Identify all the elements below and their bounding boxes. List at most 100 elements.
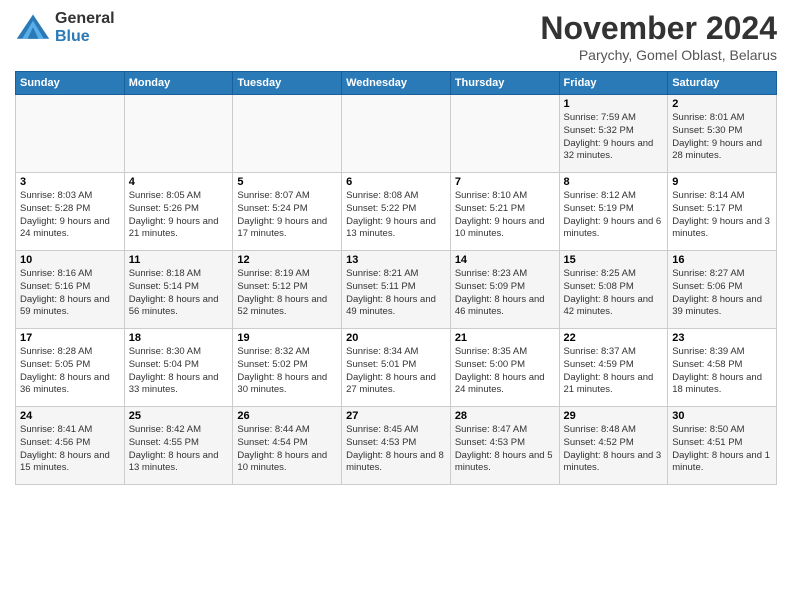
header-monday: Monday: [124, 72, 233, 95]
day-number: 19: [237, 332, 337, 344]
day-info: Sunrise: 8:35 AM Sunset: 5:00 PM Dayligh…: [455, 346, 555, 397]
day-number: 25: [129, 410, 229, 422]
month-title: November 2024: [540, 10, 777, 47]
day-number: 30: [672, 410, 772, 422]
day-info: Sunrise: 8:41 AM Sunset: 4:56 PM Dayligh…: [20, 424, 120, 475]
calendar-cell: 10 Sunrise: 8:16 AM Sunset: 5:16 PM Dayli…: [16, 251, 125, 329]
day-info: Sunrise: 8:18 AM Sunset: 5:14 PM Dayligh…: [129, 268, 229, 319]
calendar-cell: 16 Sunrise: 8:27 AM Sunset: 5:06 PM Dayli…: [668, 251, 777, 329]
calendar-cell: 9 Sunrise: 8:14 AM Sunset: 5:17 PM Daylig…: [668, 173, 777, 251]
calendar-cell: 7 Sunrise: 8:10 AM Sunset: 5:21 PM Daylig…: [450, 173, 559, 251]
day-number: 28: [455, 410, 555, 422]
calendar-cell: 15Sunrise: 8:25 AM Sunset: 5:08 PM Dayli…: [559, 251, 668, 329]
day-info: Sunrise: 8:12 AM Sunset: 5:19 PM Dayligh…: [564, 190, 664, 241]
calendar-cell: 18 Sunrise: 8:30 AM Sunset: 5:04 PM Dayli…: [124, 329, 233, 407]
calendar-cell: 2 Sunrise: 8:01 AM Sunset: 5:30 PM Daylig…: [668, 95, 777, 173]
day-number: 26: [237, 410, 337, 422]
calendar-cell: 11 Sunrise: 8:18 AM Sunset: 5:14 PM Dayli…: [124, 251, 233, 329]
header-sunday: Sunday: [16, 72, 125, 95]
header-wednesday: Wednesday: [342, 72, 451, 95]
header-friday: Friday: [559, 72, 668, 95]
day-info: Sunrise: 8:37 AM Sunset: 4:59 PM Dayligh…: [564, 346, 664, 397]
calendar-cell: 12 Sunrise: 8:19 AM Sunset: 5:12 PM Dayli…: [233, 251, 342, 329]
day-info: Sunrise: 8:08 AM Sunset: 5:22 PM Dayligh…: [346, 190, 446, 241]
header-saturday: Saturday: [668, 72, 777, 95]
calendar-cell: 23 Sunrise: 8:39 AM Sunset: 4:58 PM Dayli…: [668, 329, 777, 407]
day-info: Sunrise: 8:48 AM Sunset: 4:52 PM Dayligh…: [564, 424, 664, 475]
calendar-cell: 13 Sunrise: 8:21 AM Sunset: 5:11 PM Dayli…: [342, 251, 451, 329]
day-number: 12: [237, 254, 337, 266]
calendar-cell: 19 Sunrise: 8:32 AM Sunset: 5:02 PM Dayli…: [233, 329, 342, 407]
day-number: 22: [564, 332, 664, 344]
day-number: 7: [455, 176, 555, 188]
day-info: Sunrise: 8:30 AM Sunset: 5:04 PM Dayligh…: [129, 346, 229, 397]
day-info: Sunrise: 8:34 AM Sunset: 5:01 PM Dayligh…: [346, 346, 446, 397]
calendar-body: 1Sunrise: 7:59 AM Sunset: 5:32 PM Daylig…: [16, 95, 777, 485]
logo-icon: [15, 10, 51, 46]
day-number: 21: [455, 332, 555, 344]
day-info: Sunrise: 8:39 AM Sunset: 4:58 PM Dayligh…: [672, 346, 772, 397]
day-info: Sunrise: 8:42 AM Sunset: 4:55 PM Dayligh…: [129, 424, 229, 475]
day-info: Sunrise: 8:10 AM Sunset: 5:21 PM Dayligh…: [455, 190, 555, 241]
calendar-cell: 27 Sunrise: 8:45 AM Sunset: 4:53 PM Dayli…: [342, 407, 451, 485]
day-info: Sunrise: 8:47 AM Sunset: 4:53 PM Dayligh…: [455, 424, 555, 475]
header-tuesday: Tuesday: [233, 72, 342, 95]
day-info: Sunrise: 8:45 AM Sunset: 4:53 PM Dayligh…: [346, 424, 446, 475]
day-number: 14: [455, 254, 555, 266]
calendar-cell: 26Sunrise: 8:44 AM Sunset: 4:54 PM Dayli…: [233, 407, 342, 485]
day-info: Sunrise: 8:21 AM Sunset: 5:11 PM Dayligh…: [346, 268, 446, 319]
day-info: Sunrise: 8:03 AM Sunset: 5:28 PM Dayligh…: [20, 190, 120, 241]
calendar-cell: 5Sunrise: 8:07 AM Sunset: 5:24 PM Daylig…: [233, 173, 342, 251]
page-header: General Blue November 2024 Parychy, Gome…: [15, 10, 777, 63]
day-number: 18: [129, 332, 229, 344]
day-info: Sunrise: 8:19 AM Sunset: 5:12 PM Dayligh…: [237, 268, 337, 319]
day-number: 6: [346, 176, 446, 188]
day-info: Sunrise: 8:27 AM Sunset: 5:06 PM Dayligh…: [672, 268, 772, 319]
day-info: Sunrise: 8:14 AM Sunset: 5:17 PM Dayligh…: [672, 190, 772, 241]
calendar-week-2: 3Sunrise: 8:03 AM Sunset: 5:28 PM Daylig…: [16, 173, 777, 251]
day-info: Sunrise: 8:16 AM Sunset: 5:16 PM Dayligh…: [20, 268, 120, 319]
calendar-cell: 25 Sunrise: 8:42 AM Sunset: 4:55 PM Dayli…: [124, 407, 233, 485]
day-number: 23: [672, 332, 772, 344]
day-number: 9: [672, 176, 772, 188]
calendar-cell: 3Sunrise: 8:03 AM Sunset: 5:28 PM Daylig…: [16, 173, 125, 251]
calendar-cell: 21 Sunrise: 8:35 AM Sunset: 5:00 PM Dayli…: [450, 329, 559, 407]
calendar-cell: 28 Sunrise: 8:47 AM Sunset: 4:53 PM Dayli…: [450, 407, 559, 485]
day-info: Sunrise: 8:23 AM Sunset: 5:09 PM Dayligh…: [455, 268, 555, 319]
calendar-cell: 8 Sunrise: 8:12 AM Sunset: 5:19 PM Daylig…: [559, 173, 668, 251]
calendar-cell: 22 Sunrise: 8:37 AM Sunset: 4:59 PM Dayli…: [559, 329, 668, 407]
day-number: 16: [672, 254, 772, 266]
day-info: Sunrise: 8:28 AM Sunset: 5:05 PM Dayligh…: [20, 346, 120, 397]
page-container: General Blue November 2024 Parychy, Gome…: [0, 0, 792, 490]
title-section: November 2024 Parychy, Gomel Oblast, Bel…: [540, 10, 777, 63]
calendar-cell: 4 Sunrise: 8:05 AM Sunset: 5:26 PM Daylig…: [124, 173, 233, 251]
day-number: 17: [20, 332, 120, 344]
day-number: 8: [564, 176, 664, 188]
day-number: 15: [564, 254, 664, 266]
calendar-cell: [450, 95, 559, 173]
calendar-week-5: 24 Sunrise: 8:41 AM Sunset: 4:56 PM Dayli…: [16, 407, 777, 485]
day-number: 1: [564, 98, 664, 110]
calendar-week-1: 1Sunrise: 7:59 AM Sunset: 5:32 PM Daylig…: [16, 95, 777, 173]
day-number: 11: [129, 254, 229, 266]
calendar-cell: 6 Sunrise: 8:08 AM Sunset: 5:22 PM Daylig…: [342, 173, 451, 251]
day-number: 29: [564, 410, 664, 422]
calendar-cell: [233, 95, 342, 173]
day-number: 13: [346, 254, 446, 266]
day-info: Sunrise: 8:01 AM Sunset: 5:30 PM Dayligh…: [672, 112, 772, 163]
calendar-week-4: 17 Sunrise: 8:28 AM Sunset: 5:05 PM Dayli…: [16, 329, 777, 407]
day-info: Sunrise: 8:05 AM Sunset: 5:26 PM Dayligh…: [129, 190, 229, 241]
location: Parychy, Gomel Oblast, Belarus: [540, 47, 777, 63]
day-info: Sunrise: 8:50 AM Sunset: 4:51 PM Dayligh…: [672, 424, 772, 475]
day-number: 2: [672, 98, 772, 110]
day-info: Sunrise: 8:32 AM Sunset: 5:02 PM Dayligh…: [237, 346, 337, 397]
day-number: 4: [129, 176, 229, 188]
logo-general: General: [55, 10, 115, 28]
day-number: 27: [346, 410, 446, 422]
calendar-header: Sunday Monday Tuesday Wednesday Thursday…: [16, 72, 777, 95]
day-number: 10: [20, 254, 120, 266]
day-number: 5: [237, 176, 337, 188]
day-number: 24: [20, 410, 120, 422]
calendar-cell: 1Sunrise: 7:59 AM Sunset: 5:32 PM Daylig…: [559, 95, 668, 173]
calendar-week-3: 10 Sunrise: 8:16 AM Sunset: 5:16 PM Dayli…: [16, 251, 777, 329]
